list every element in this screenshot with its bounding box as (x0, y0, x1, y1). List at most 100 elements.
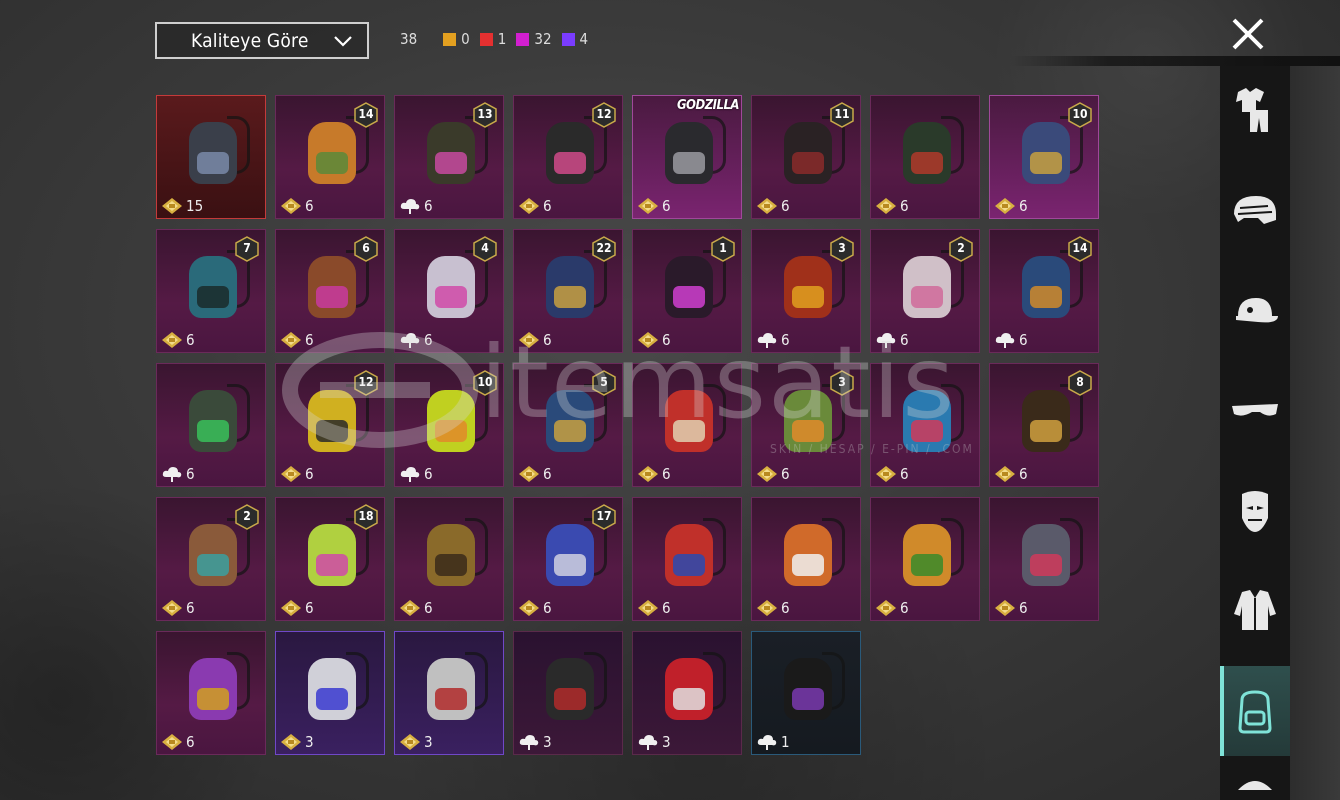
quantity-value: 6 (186, 465, 195, 483)
backpack-image (540, 648, 607, 728)
category-mask[interactable] (1220, 466, 1290, 556)
backpack-image (778, 514, 845, 594)
backpack-item[interactable]: 18 6 (275, 497, 385, 621)
backpack-item[interactable]: 1 (751, 631, 861, 755)
backpack-item[interactable]: 12 6 (513, 95, 623, 219)
backpack-item[interactable]: 10 6 (394, 363, 504, 487)
level-badge: 12 (354, 370, 378, 396)
mask-icon (1242, 491, 1268, 532)
level-value: 17 (596, 509, 612, 523)
quantity-value: 6 (781, 197, 790, 215)
backpack-item[interactable]: 14 6 (989, 229, 1099, 353)
backpack-item[interactable]: 36 (751, 229, 861, 353)
backpack-item[interactable]: 36 (751, 363, 861, 487)
diamond-icon (161, 197, 183, 215)
item-quantity: 6 (280, 331, 314, 349)
backpack-item[interactable]: 6 (632, 363, 742, 487)
backpack-item[interactable]: 12 6 (275, 363, 385, 487)
backpack-item[interactable]: 6 (394, 497, 504, 621)
close-icon[interactable] (1228, 14, 1268, 54)
backpack-item[interactable]: 17 6 (513, 497, 623, 621)
backpack-image (659, 112, 726, 192)
backpack-image (421, 380, 488, 460)
item-quantity: 6 (756, 599, 790, 617)
backpack-image (778, 380, 845, 460)
level-value: 18 (358, 509, 374, 523)
diamond-icon (280, 599, 302, 617)
backpack-item[interactable]: 14 6 (275, 95, 385, 219)
category-glasses[interactable] (1220, 366, 1290, 456)
backpack-image (302, 112, 369, 192)
backpack-item[interactable]: 3 (275, 631, 385, 755)
quantity-value: 6 (781, 465, 790, 483)
category-backpack[interactable] (1220, 666, 1290, 756)
backpack-image (778, 112, 845, 192)
backpack-item[interactable]: 46 (394, 229, 504, 353)
backpack-item[interactable]: 66 (275, 229, 385, 353)
backpack-item[interactable]: 13 6 (394, 95, 504, 219)
category-hat[interactable] (1220, 266, 1290, 356)
quantity-value: 6 (662, 465, 671, 483)
item-quantity: 6 (875, 331, 909, 349)
item-quantity: 6 (280, 197, 314, 215)
quantity-value: 6 (900, 465, 909, 483)
level-badge: 14 (354, 102, 378, 128)
backpack-item[interactable]: 15 (156, 95, 266, 219)
backpack-item[interactable]: 76 (156, 229, 266, 353)
level-badge: 5 (592, 370, 616, 396)
color-swatch (479, 32, 493, 46)
item-quantity: 6 (518, 465, 552, 483)
backpack-item[interactable]: 6 (751, 497, 861, 621)
item-quantity: 3 (280, 733, 314, 751)
backpack-item[interactable]: 10 6 (989, 95, 1099, 219)
quantity-value: 6 (424, 197, 433, 215)
quantity-value: 6 (543, 197, 552, 215)
quantity-value: 6 (900, 331, 909, 349)
quantity-value: 6 (186, 733, 195, 751)
backpack-item[interactable]: 6 (870, 363, 980, 487)
backpack-image (897, 514, 964, 594)
level-badge: 18 (354, 504, 378, 530)
item-quantity: 6 (994, 465, 1028, 483)
backpack-item[interactable]: 6 (870, 95, 980, 219)
cloud-icon (637, 733, 659, 751)
backpack-item[interactable]: 3 (513, 631, 623, 755)
category-more[interactable] (1220, 766, 1290, 800)
backpack-image (778, 648, 845, 728)
count-epic: 4 (561, 30, 588, 48)
backpack-item[interactable]: 22 6 (513, 229, 623, 353)
level-value: 13 (477, 107, 493, 121)
parachute-icon (1238, 781, 1272, 790)
level-value: 2 (243, 509, 251, 523)
backpack-image (421, 246, 488, 326)
backpack-item[interactable]: 6 (989, 497, 1099, 621)
diamond-icon (756, 197, 778, 215)
count-value: 0 (461, 30, 470, 48)
backpack-item[interactable]: 3 (632, 631, 742, 755)
backpack-item[interactable]: 6 (156, 631, 266, 755)
backpack-item[interactable]: 11 6 (751, 95, 861, 219)
level-badge: 1 (711, 236, 735, 262)
backpack-image (1016, 112, 1083, 192)
backpack-item[interactable]: 26 (870, 229, 980, 353)
backpack-item[interactable]: 3 (394, 631, 504, 755)
backpack-item[interactable]: GODZILLA 6 (632, 95, 742, 219)
backpack-item[interactable]: 26 (156, 497, 266, 621)
level-value: 7 (243, 241, 251, 255)
sort-dropdown[interactable]: Kaliteye Göre (155, 22, 369, 59)
backpack-item[interactable]: 6 (156, 363, 266, 487)
backpack-item[interactable]: 86 (989, 363, 1099, 487)
category-helmet[interactable] (1220, 166, 1290, 256)
item-quantity: 6 (994, 599, 1028, 617)
category-jacket[interactable] (1220, 566, 1290, 656)
level-badge: 8 (1068, 370, 1092, 396)
diamond-icon (994, 465, 1016, 483)
chevron-down-icon (334, 36, 352, 47)
category-outfit[interactable] (1220, 66, 1290, 156)
backpack-item[interactable]: 56 (513, 363, 623, 487)
backpack-item[interactable]: 6 (870, 497, 980, 621)
backpack-item[interactable]: 16 (632, 229, 742, 353)
diamond-icon (161, 331, 183, 349)
diamond-icon (399, 599, 421, 617)
backpack-item[interactable]: 6 (632, 497, 742, 621)
